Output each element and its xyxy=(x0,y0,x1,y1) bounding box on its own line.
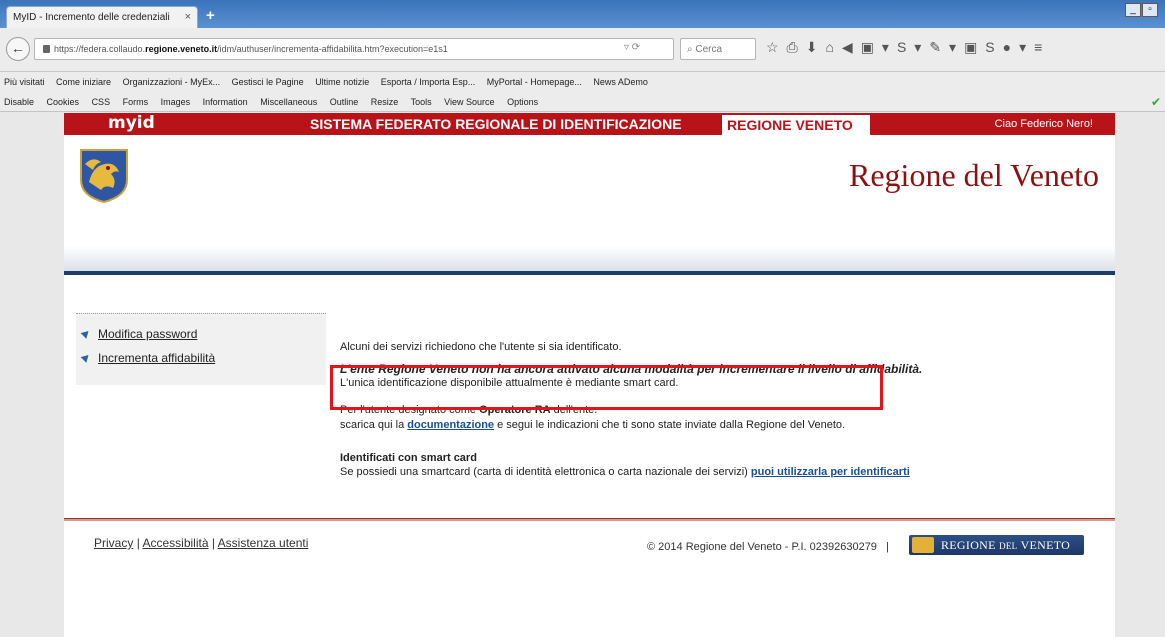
regione-veneto-footer-logo[interactable]: REGIONE DEL VENETO xyxy=(909,535,1084,555)
footer-logo-text: REGIONE DEL VENETO xyxy=(941,538,1070,553)
url-prefix: https://federa.collaudo. xyxy=(54,44,146,54)
webdev-images[interactable]: Images xyxy=(161,97,191,107)
sidebar-item-label: Modifica password xyxy=(98,327,198,341)
system-name: SISTEMA FEDERATO REGIONALE DI IDENTIFICA… xyxy=(310,116,682,132)
webdev-options[interactable]: Options xyxy=(507,97,538,107)
search-input[interactable]: ⌕ Cerca xyxy=(680,38,756,60)
checkmark-icon: ✔ xyxy=(1150,95,1161,109)
webdev-outline[interactable]: Outline xyxy=(330,97,359,107)
highlight-box xyxy=(330,365,883,410)
footer-separator: | xyxy=(211,536,215,550)
page-viewport: myid SISTEMA FEDERATO REGIONALE DI IDENT… xyxy=(0,113,1165,637)
region-title: Regione del Veneto xyxy=(849,157,1100,193)
bookmark-item[interactable]: Organizzazioni - MyEx... xyxy=(123,77,221,87)
header-band xyxy=(64,246,1115,275)
webdev-information[interactable]: Information xyxy=(203,97,248,107)
sidebar-item-label: Incrementa affidabilità xyxy=(98,351,216,365)
bookmark-item[interactable]: Esporta / Importa Esp... xyxy=(381,77,476,87)
webdev-miscellaneous[interactable]: Miscellaneous xyxy=(260,97,317,107)
url-host: regione.veneto.it xyxy=(145,44,218,54)
webdev-css[interactable]: CSS xyxy=(92,97,111,107)
back-arrow-icon: ← xyxy=(11,40,25,56)
lock-icon xyxy=(43,45,50,53)
bookmark-item[interactable]: MyPortal - Homepage... xyxy=(487,77,582,87)
window-titlebar: MyID - Incremento delle credenziali × + … xyxy=(0,0,1165,28)
url-path: /idm/authuser/incrementa-affidabilita.ht… xyxy=(217,44,448,54)
minimize-button[interactable]: _ xyxy=(1125,3,1141,17)
download-text: scarica qui la documentazione e segui le… xyxy=(340,419,845,431)
region-label: REGIONE VENETO xyxy=(722,113,870,135)
logo-word: REGIONE xyxy=(941,538,996,552)
footer-divider xyxy=(64,518,1115,521)
tab-title: MyID - Incremento delle credenziali xyxy=(13,12,170,23)
download-prefix: scarica qui la xyxy=(340,419,408,431)
footer-separator: | xyxy=(136,536,140,550)
arrow-icon xyxy=(80,328,92,339)
accessibility-link[interactable]: Accessibilità xyxy=(142,536,208,550)
assistance-link[interactable]: Assistenza utenti xyxy=(218,536,309,550)
address-bar[interactable]: https://federa.collaudo.regione.veneto.i… xyxy=(34,38,674,60)
back-button[interactable]: ← xyxy=(6,37,30,61)
footer-links: Privacy | Accessibilità | Assistenza ute… xyxy=(94,536,308,550)
webdev-cookies[interactable]: Cookies xyxy=(47,97,80,107)
webdev-forms[interactable]: Forms xyxy=(123,97,149,107)
webdev-tools[interactable]: Tools xyxy=(411,97,432,107)
webdeveloper-toolbar: Disable Cookies CSS Forms Images Informa… xyxy=(0,92,1165,112)
bookmark-item[interactable]: Gestisci le Pagine xyxy=(232,77,304,87)
logo-word: VENETO xyxy=(1020,538,1071,552)
bookmarks-toolbar: Più visitati Come iniziare Organizzazion… xyxy=(0,72,1165,92)
webdev-disable[interactable]: Disable xyxy=(4,97,34,107)
copyright-value: © 2014 Regione del Veneto - P.I. 0239263… xyxy=(647,541,877,553)
site-container: myid SISTEMA FEDERATO REGIONALE DI IDENT… xyxy=(64,113,1115,637)
sidebar-menu: Modifica password Incrementa affidabilit… xyxy=(76,313,326,385)
copyright-text: © 2014 Regione del Veneto - P.I. 0239263… xyxy=(647,541,889,553)
sidebar-item-incrementa-affidabilita[interactable]: Incrementa affidabilità xyxy=(80,351,216,365)
myid-logo[interactable]: myid xyxy=(108,113,155,133)
toolbar-icons[interactable]: ☆⎙⬇⌂◀▣▾S▾✎▾▣S●▾≡ xyxy=(766,39,1050,56)
new-tab-button[interactable]: + xyxy=(206,7,215,24)
bookmark-item[interactable]: Come iniziare xyxy=(56,77,111,87)
smartcard-login-link[interactable]: puoi utilizzarla per identificarti xyxy=(751,466,910,478)
footer-separator: | xyxy=(886,541,889,553)
privacy-link[interactable]: Privacy xyxy=(94,536,133,550)
smartcard-description: Se possiedi una smartcard (carta di iden… xyxy=(340,466,751,478)
smartcard-heading: Identificati con smart card xyxy=(340,452,477,464)
browser-tab[interactable]: MyID - Incremento delle credenziali × xyxy=(6,6,198,28)
user-greeting: Ciao Federico Nero! xyxy=(994,118,1093,130)
search-placeholder: Cerca xyxy=(695,44,723,55)
bookmark-item[interactable]: Ultime notizie xyxy=(315,77,369,87)
intro-text: Alcuni dei servizi richiedono che l'uten… xyxy=(340,341,622,353)
lion-icon xyxy=(912,537,934,553)
smartcard-text: Se possiedi una smartcard (carta di iden… xyxy=(340,466,910,478)
navigation-toolbar: ← https://federa.collaudo.regione.veneto… xyxy=(0,28,1165,72)
sidebar-item-modifica-password[interactable]: Modifica password xyxy=(80,327,198,341)
logo-word: DEL xyxy=(999,541,1018,551)
close-tab-icon[interactable]: × xyxy=(185,11,191,23)
webdev-resize[interactable]: Resize xyxy=(371,97,399,107)
bookmark-item[interactable]: Più visitati xyxy=(4,77,45,87)
webdev-view-source[interactable]: View Source xyxy=(444,97,494,107)
download-suffix: e segui le indicazioni che ti sono state… xyxy=(494,419,846,431)
bookmark-item[interactable]: News ADemo xyxy=(593,77,648,87)
lion-of-saint-mark-emblem xyxy=(80,149,128,204)
documentazione-link[interactable]: documentazione xyxy=(407,419,494,431)
reload-icon[interactable]: ▿ ⟳ xyxy=(624,42,640,53)
site-header-bar: myid SISTEMA FEDERATO REGIONALE DI IDENT… xyxy=(64,113,1115,135)
maximize-button[interactable]: ▫ xyxy=(1142,3,1158,17)
arrow-icon xyxy=(80,352,92,363)
